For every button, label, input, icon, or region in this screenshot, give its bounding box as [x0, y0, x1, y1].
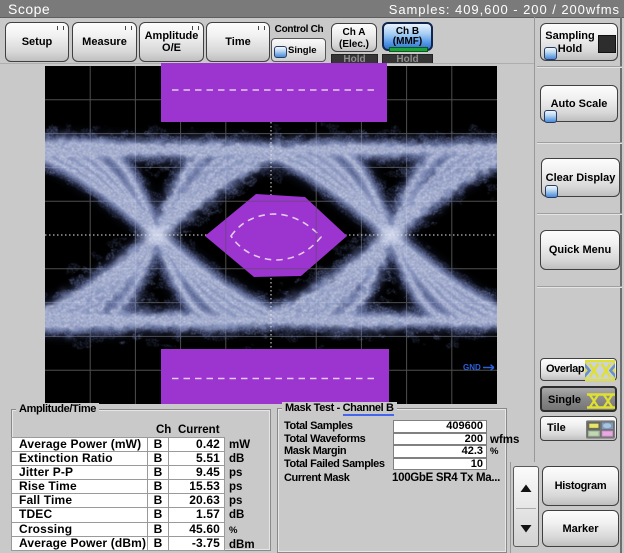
svg-text:GND: GND — [463, 363, 481, 372]
